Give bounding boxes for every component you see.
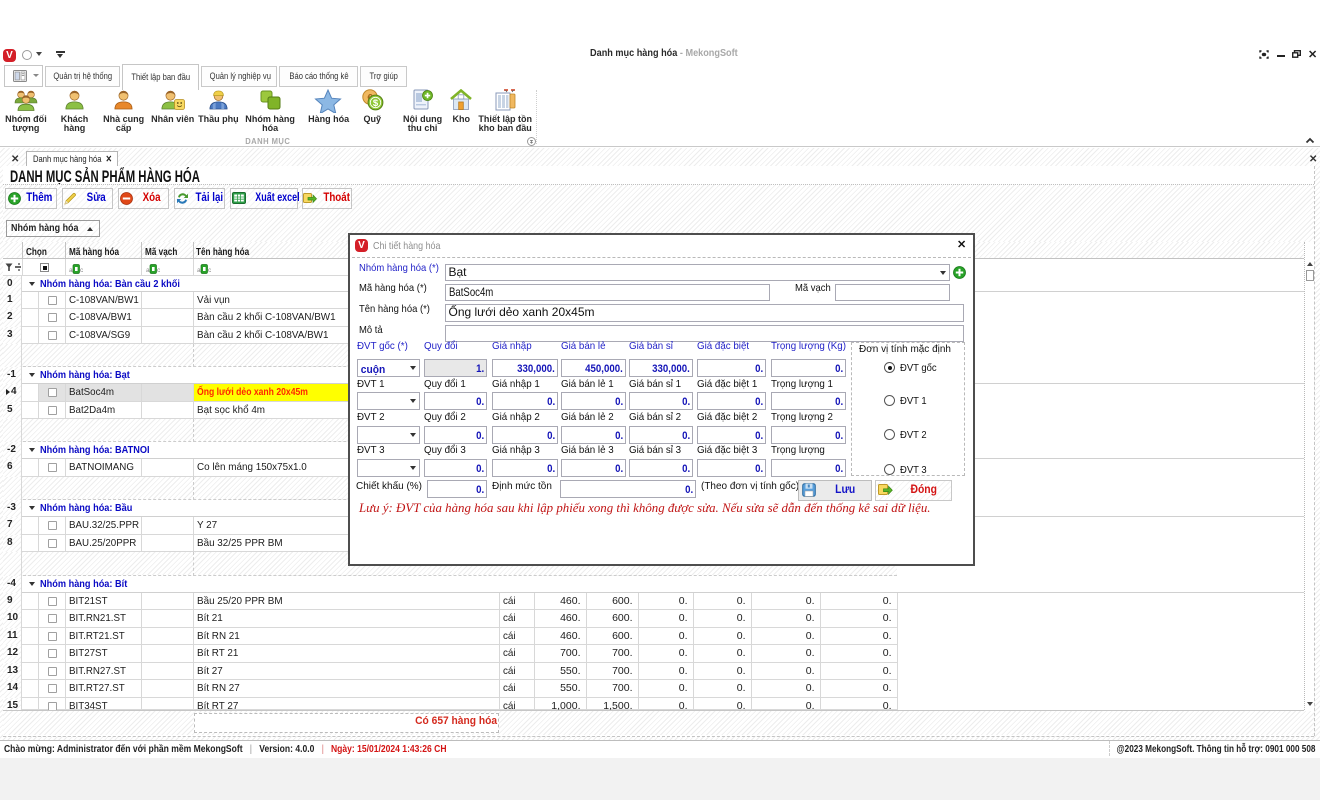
svg-text:$: $ — [373, 98, 379, 109]
svg-text:a: a — [69, 267, 73, 274]
svg-text:a: a — [146, 267, 150, 274]
svg-text:c: c — [80, 267, 83, 274]
svg-text:c: c — [208, 267, 211, 274]
svg-text:c: c — [157, 267, 160, 274]
svg-text:a: a — [197, 267, 201, 274]
